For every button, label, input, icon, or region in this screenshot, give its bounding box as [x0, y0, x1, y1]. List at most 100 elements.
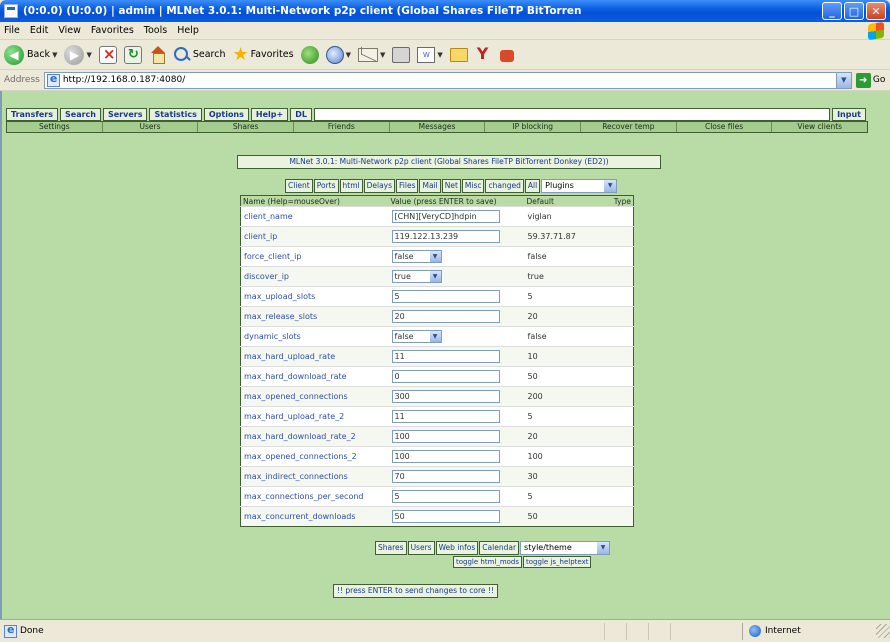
favorites-button[interactable]: ★ Favorites: [233, 45, 294, 64]
mail-button[interactable]: ▼: [357, 47, 385, 62]
tab-all[interactable]: All: [524, 179, 541, 193]
menu-view[interactable]: View: [58, 25, 81, 36]
nav-help[interactable]: Help+: [250, 108, 289, 121]
option-value-input[interactable]: 5: [391, 290, 500, 303]
option-value-input[interactable]: 119.122.13.239: [391, 230, 500, 243]
option-value-input[interactable]: 0: [391, 370, 500, 383]
style-theme-select[interactable]: style/theme ▼: [520, 541, 611, 555]
plugins-select[interactable]: Plugins ▼: [541, 179, 618, 193]
menu-edit[interactable]: Edit: [30, 25, 48, 36]
option-value-input[interactable]: 100: [391, 430, 500, 443]
resize-grip-icon[interactable]: [876, 624, 890, 638]
toggle-html-mods-button[interactable]: toggle html_mods: [453, 556, 523, 568]
table-row: max_indirect_connections 70 30: [240, 466, 634, 487]
subnav-users[interactable]: Users: [103, 122, 199, 132]
subnav-shares[interactable]: Shares: [198, 122, 295, 132]
tab-html[interactable]: html: [339, 179, 363, 193]
subnav-messages[interactable]: Messages: [390, 122, 486, 132]
option-type: [596, 406, 634, 427]
menu-file[interactable]: File: [4, 25, 20, 36]
messenger-button[interactable]: [498, 46, 516, 64]
tab-net[interactable]: Net: [441, 179, 461, 193]
go-button[interactable]: ➜ Go: [855, 72, 885, 88]
send-changes-button[interactable]: !! press ENTER to send changes to core !…: [333, 584, 498, 598]
tab-web-infos[interactable]: Web infos: [435, 541, 479, 555]
address-input[interactable]: http://192.168.0.187:4080/ ▼: [43, 71, 852, 89]
option-select-value: true: [394, 272, 411, 281]
option-value-input[interactable]: 11: [391, 410, 500, 423]
menu-tools[interactable]: Tools: [144, 25, 167, 36]
edit-button[interactable]: W ▼: [417, 46, 443, 63]
status-divider: [670, 622, 692, 640]
option-value-input[interactable]: 11: [391, 350, 500, 363]
chevron-down-icon[interactable]: ▼: [835, 72, 851, 88]
option-value-input[interactable]: 50: [391, 510, 500, 523]
option-value-input[interactable]: 5: [391, 490, 500, 503]
refresh-button[interactable]: [123, 45, 142, 64]
tab-ports[interactable]: Ports: [313, 179, 339, 193]
minimize-button[interactable]: _: [822, 2, 842, 20]
options-table: Name (Help=mouseOver) Value (press ENTER…: [240, 195, 634, 527]
tab-calendar[interactable]: Calendar: [479, 541, 520, 555]
option-value-input[interactable]: 20: [391, 310, 500, 323]
tab-client[interactable]: Client: [285, 179, 313, 193]
antenna-button[interactable]: [475, 44, 491, 64]
subnav-friends[interactable]: Friends: [294, 122, 390, 132]
option-value-select[interactable]: false ▼: [391, 250, 442, 263]
nav-options[interactable]: Options: [203, 108, 249, 121]
nav-statistics[interactable]: Statistics: [149, 108, 202, 121]
menu-favorites[interactable]: Favorites: [91, 25, 134, 36]
option-value-input[interactable]: [CHN][VeryCD]hdpin: [391, 210, 500, 223]
subnav-recover-temp[interactable]: Recover temp: [581, 122, 677, 132]
toggle-js-helptext-button[interactable]: toggle js_helptext: [523, 556, 592, 568]
table-row: max_hard_download_rate 0 50: [240, 366, 634, 387]
nav-transfers[interactable]: Transfers: [6, 108, 58, 121]
option-value-input[interactable]: 300: [391, 390, 500, 403]
subnav-view-clients[interactable]: View clients: [772, 122, 867, 132]
subnav-close-files[interactable]: Close files: [677, 122, 773, 132]
nav-input[interactable]: Input: [832, 108, 866, 121]
tab-shares[interactable]: Shares: [375, 541, 407, 555]
option-select-value: false: [394, 332, 414, 341]
page-icon: [4, 623, 17, 638]
stop-button[interactable]: [98, 45, 117, 64]
tab-misc[interactable]: Misc: [461, 179, 485, 193]
tab-changed[interactable]: changed: [485, 179, 524, 193]
history-button[interactable]: ▼: [325, 45, 351, 64]
option-name: max_indirect_connections: [240, 466, 389, 487]
tab-mail[interactable]: Mail: [419, 179, 441, 193]
menu-help[interactable]: Help: [177, 25, 199, 36]
option-default: viglan: [524, 206, 597, 227]
sub-nav: Settings Users Shares Friends Messages I…: [6, 121, 868, 133]
print-button[interactable]: [392, 46, 411, 63]
subnav-ip-blocking[interactable]: IP blocking: [485, 122, 582, 132]
option-type: [596, 386, 634, 407]
option-name: dynamic_slots: [240, 326, 389, 347]
home-button[interactable]: [149, 45, 167, 64]
folder-button[interactable]: [449, 47, 468, 62]
back-arrow-icon: ◀: [4, 44, 24, 65]
command-input[interactable]: [313, 108, 831, 121]
tab-users[interactable]: Users: [407, 541, 435, 555]
media-button[interactable]: [300, 45, 319, 64]
table-row: max_hard_upload_rate_2 11 5: [240, 406, 634, 427]
option-name: max_hard_upload_rate: [240, 346, 389, 367]
option-name: discover_ip: [240, 266, 389, 287]
nav-dl[interactable]: DL: [290, 108, 312, 121]
option-default: 50: [524, 366, 597, 387]
option-value-select[interactable]: false ▼: [391, 330, 442, 343]
option-value-select[interactable]: true ▼: [391, 270, 442, 283]
nav-servers[interactable]: Servers: [102, 108, 148, 121]
nav-search[interactable]: Search: [60, 108, 101, 121]
maximize-button[interactable]: □: [844, 2, 864, 20]
forward-button[interactable]: ▶ ▼: [64, 44, 92, 65]
option-value-input[interactable]: 100: [391, 450, 500, 463]
back-button[interactable]: ◀ Back ▼: [4, 44, 57, 65]
zone-label: Internet: [765, 626, 801, 636]
tab-files[interactable]: Files: [396, 179, 419, 193]
option-value-input[interactable]: 70: [391, 470, 500, 483]
search-button[interactable]: Search: [173, 46, 226, 63]
subnav-settings[interactable]: Settings: [7, 122, 103, 132]
tab-delays[interactable]: Delays: [363, 179, 396, 193]
close-button[interactable]: ✕: [866, 2, 886, 20]
